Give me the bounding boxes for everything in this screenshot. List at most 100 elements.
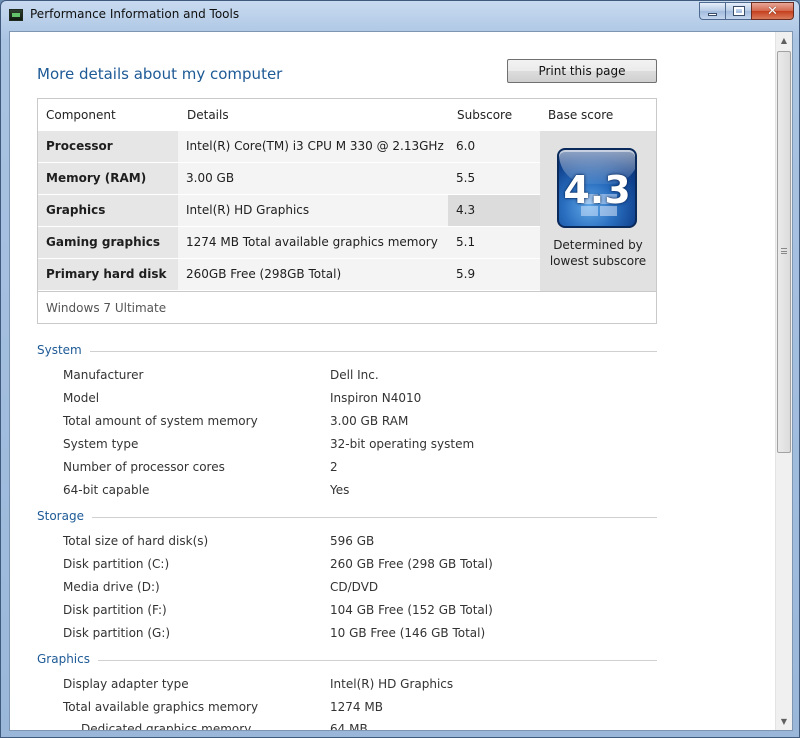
section-divider [37, 351, 657, 352]
caption-buttons: ✕ [699, 2, 794, 20]
detail-value: Yes [330, 483, 350, 497]
minimize-button[interactable] [699, 2, 725, 20]
detail-row: System type 32-bit operating system [63, 437, 663, 457]
score-table-header: Component Details Subscore Base score [38, 99, 656, 131]
detail-label: Disk partition (C:) [63, 557, 170, 571]
detail-label: Number of processor cores [63, 460, 225, 474]
close-button[interactable]: ✕ [751, 2, 794, 20]
detail-row: Display adapter type Intel(R) HD Graphic… [63, 677, 663, 697]
os-edition: Windows 7 Ultimate [46, 301, 167, 315]
score-table: Component Details Subscore Base score Pr… [37, 98, 657, 324]
page-title: More details about my computer [37, 65, 283, 83]
print-page-button[interactable]: Print this page [507, 59, 657, 83]
detail-label: 64-bit capable [63, 483, 150, 497]
detail-row: Dedicated graphics memory 64 MB [81, 722, 681, 731]
detail-row: Total size of hard disk(s) 596 GB [63, 534, 663, 554]
scroll-thumb[interactable] [777, 51, 791, 453]
base-caption-line2: lowest subscore [549, 254, 647, 268]
details-content: More details about my computer Print thi… [10, 32, 776, 730]
detail-label: Total amount of system memory [63, 414, 258, 428]
row-details: Intel(R) HD Graphics [178, 195, 448, 226]
detail-value: 64 MB [330, 722, 368, 731]
header-details: Details [187, 108, 229, 122]
window: Performance Information and Tools ✕ More… [0, 0, 800, 738]
row-details: Intel(R) Core(TM) i3 CPU M 330 @ 2.13GHz [178, 131, 448, 162]
score-row-gaming-graphics: Gaming graphics 1274 MB Total available … [38, 227, 540, 259]
score-row-hard-disk: Primary hard disk 260GB Free (298GB Tota… [38, 259, 540, 291]
detail-row: Disk partition (G:) 10 GB Free (146 GB T… [63, 626, 663, 646]
close-icon: ✕ [767, 3, 778, 19]
section-title-graphics: Graphics [37, 652, 98, 666]
detail-row: Media drive (D:) CD/DVD [63, 580, 663, 600]
scroll-up-arrow-icon[interactable]: ▲ [776, 32, 792, 49]
section-title-system: System [37, 343, 90, 357]
detail-label: Media drive (D:) [63, 580, 160, 594]
performance-app-icon [9, 9, 23, 21]
scroll-down-arrow-icon[interactable]: ▼ [776, 713, 792, 730]
row-details: 260GB Free (298GB Total) [178, 259, 448, 290]
os-row: Windows 7 Ultimate [38, 291, 656, 323]
section-title-storage: Storage [37, 509, 92, 523]
base-score-caption: Determined by lowest subscore [540, 237, 656, 269]
header-subscore: Subscore [457, 108, 513, 122]
row-subscore: 5.1 [448, 227, 540, 258]
detail-row: Total available graphics memory 1274 MB [63, 700, 663, 720]
detail-value: CD/DVD [330, 580, 379, 594]
vertical-scrollbar[interactable]: ▲ ▼ [775, 32, 792, 730]
detail-label: Disk partition (G:) [63, 626, 171, 640]
row-component: Processor [38, 131, 178, 162]
base-caption-line1: Determined by [553, 238, 643, 252]
detail-value: 596 GB [330, 534, 375, 548]
base-score-badge: 4.3 [557, 148, 637, 228]
detail-row: Number of processor cores 2 [63, 460, 663, 480]
score-row-memory: Memory (RAM) 3.00 GB 5.5 [38, 163, 540, 195]
title-bar[interactable]: Performance Information and Tools ✕ [1, 1, 799, 29]
detail-label: Total available graphics memory [63, 700, 259, 714]
detail-value: 1274 MB [330, 700, 383, 714]
detail-value: 104 GB Free (152 GB Total) [330, 603, 493, 617]
detail-label: Model [63, 391, 100, 405]
detail-label: Disk partition (F:) [63, 603, 167, 617]
header-component: Component [46, 108, 116, 122]
detail-label: Total size of hard disk(s) [63, 534, 209, 548]
section-storage: Storage [37, 509, 657, 525]
score-row-processor: Processor Intel(R) Core(TM) i3 CPU M 330… [38, 131, 540, 163]
detail-value: Intel(R) HD Graphics [330, 677, 454, 691]
row-details: 3.00 GB [178, 163, 448, 194]
row-subscore: 5.5 [448, 163, 540, 194]
detail-value: 2 [330, 460, 338, 474]
minimize-icon [708, 12, 717, 16]
detail-label: Dedicated graphics memory [81, 722, 252, 731]
score-row-graphics: Graphics Intel(R) HD Graphics 4.3 [38, 195, 540, 227]
maximize-button[interactable] [725, 2, 751, 20]
detail-row: Total amount of system memory 3.00 GB RA… [63, 414, 663, 434]
client-area: More details about my computer Print thi… [9, 31, 793, 731]
detail-value: Dell Inc. [330, 368, 379, 382]
detail-row: 64-bit capable Yes [63, 483, 663, 503]
maximize-icon [732, 6, 745, 16]
base-score-value: 4.3 [563, 168, 631, 212]
row-component: Primary hard disk [38, 259, 178, 290]
row-component: Memory (RAM) [38, 163, 178, 194]
detail-value: 3.00 GB RAM [330, 414, 409, 428]
detail-row: Disk partition (F:) 104 GB Free (152 GB … [63, 603, 663, 623]
detail-row: Model Inspiron N4010 [63, 391, 663, 411]
detail-value: Inspiron N4010 [330, 391, 422, 405]
detail-row: Manufacturer Dell Inc. [63, 368, 663, 388]
base-score-panel: 4.3 Determined by lowest subscore [540, 131, 656, 291]
section-divider [37, 517, 657, 518]
row-subscore-lowest: 4.3 [448, 195, 540, 226]
section-divider [37, 660, 657, 661]
detail-value: 260 GB Free (298 GB Total) [330, 557, 493, 571]
row-details: 1274 MB Total available graphics memory [178, 227, 448, 258]
detail-label: System type [63, 437, 139, 451]
window-title: Performance Information and Tools [30, 7, 240, 21]
row-subscore: 6.0 [448, 131, 540, 162]
row-subscore: 5.9 [448, 259, 540, 290]
detail-value: 32-bit operating system [330, 437, 475, 451]
detail-value: 10 GB Free (146 GB Total) [330, 626, 486, 640]
detail-label: Display adapter type [63, 677, 189, 691]
row-component: Graphics [38, 195, 178, 226]
row-component: Gaming graphics [38, 227, 178, 258]
section-system: System [37, 343, 657, 359]
